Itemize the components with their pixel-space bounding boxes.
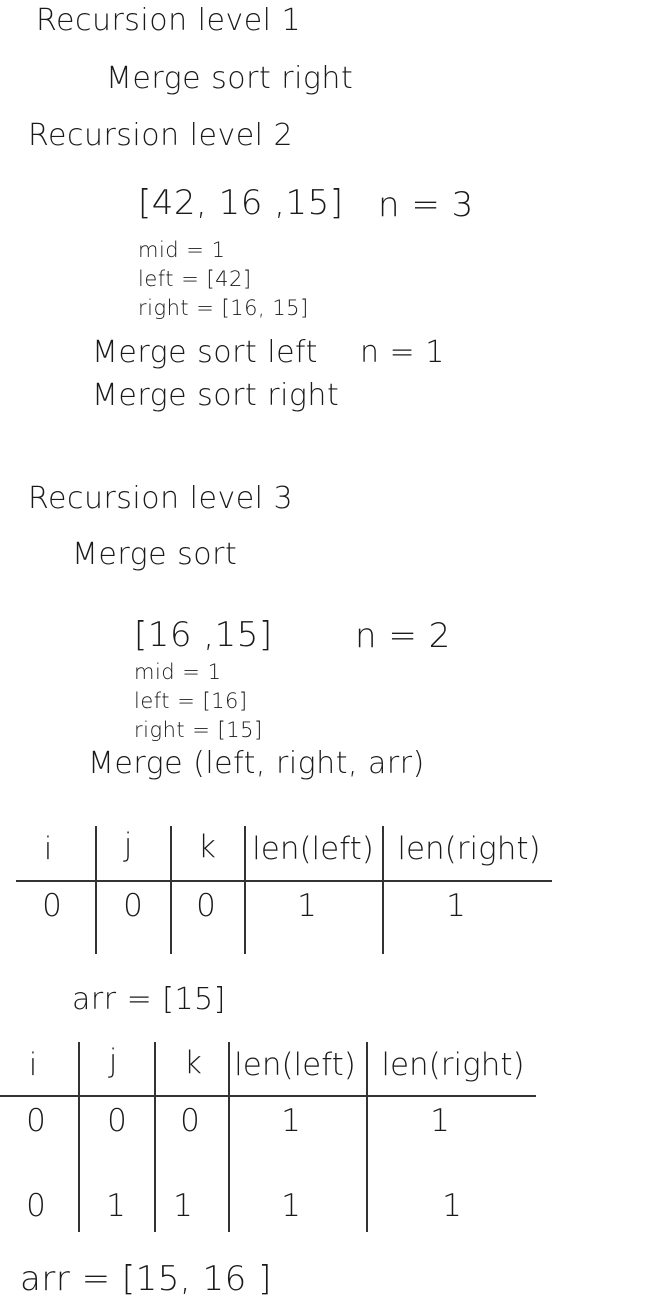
- mid-level-2: mid = 1: [138, 238, 226, 262]
- table-divider: [382, 826, 384, 954]
- step-merge-sort-right: Merge sort right: [106, 61, 354, 96]
- table-cell: 0: [107, 1103, 127, 1139]
- table-header-cell: j: [123, 827, 133, 863]
- table-cell: 1: [442, 1188, 462, 1224]
- table-header-cell: len(left): [234, 1047, 356, 1083]
- table-cell: 0: [26, 1103, 46, 1139]
- table-divider: [170, 826, 172, 954]
- right-level-3: right = [15]: [134, 718, 263, 742]
- table-cell: 0: [196, 888, 216, 924]
- table-cell: 0: [180, 1103, 200, 1139]
- n-left-level-2: n = 1: [360, 335, 445, 370]
- table-header-cell: len(right): [397, 831, 541, 867]
- table-cell: 1: [430, 1103, 450, 1139]
- table-divider: [154, 1042, 156, 1232]
- left-level-3: left = [16]: [134, 689, 248, 713]
- table-header-rule: [16, 880, 552, 882]
- table-divider: [228, 1042, 230, 1232]
- table-cell: 0: [42, 888, 62, 924]
- table-divider: [78, 1042, 80, 1232]
- table-cell: 1: [281, 1103, 301, 1139]
- table-divider: [244, 826, 246, 954]
- n-level-2: n = 3: [378, 185, 474, 225]
- step-merge-sort-right-2: Merge sort right: [92, 378, 340, 413]
- right-level-2: right = [16, 15]: [138, 296, 309, 320]
- table-header-cell: i: [43, 831, 53, 867]
- table-cell: 1: [297, 888, 317, 924]
- step-merge-sort-left: Merge sort left: [92, 335, 318, 370]
- table-header-cell: len(right): [381, 1047, 525, 1083]
- arr-state-1: arr = [15]: [72, 982, 226, 1017]
- table-cell: 1: [446, 888, 466, 924]
- table-cell: 0: [123, 888, 143, 924]
- array-level-3: [16 ,15]: [134, 615, 273, 655]
- table-cell: 1: [106, 1188, 126, 1224]
- mid-level-3: mid = 1: [134, 660, 222, 684]
- table-cell: 1: [173, 1188, 193, 1224]
- table-header-cell: i: [28, 1047, 38, 1083]
- table-header-cell: k: [184, 1045, 202, 1081]
- array-level-2: [42, 16 ,15]: [138, 183, 344, 223]
- table-header-rule: [0, 1095, 536, 1097]
- n-level-3: n = 2: [355, 616, 451, 656]
- table-cell: 0: [26, 1188, 46, 1224]
- table-divider: [95, 826, 97, 954]
- heading-recursion-level-2: Recursion level 2: [28, 118, 294, 153]
- table-header-cell: j: [108, 1043, 118, 1079]
- table-cell: 1: [281, 1188, 301, 1224]
- table-header-cell: len(left): [252, 831, 374, 867]
- table-divider: [366, 1042, 368, 1232]
- heading-recursion-level-1: Recursion level 1: [36, 3, 302, 38]
- left-level-2: left = [42]: [138, 267, 252, 291]
- heading-recursion-level-3: Recursion level 3: [28, 481, 294, 516]
- step-merge-sort: Merge sort: [72, 537, 238, 572]
- table-header-cell: k: [198, 829, 216, 865]
- arr-final: arr = [15, 16 ]: [20, 1259, 272, 1299]
- merge-call: Merge (left, right, arr): [88, 746, 425, 781]
